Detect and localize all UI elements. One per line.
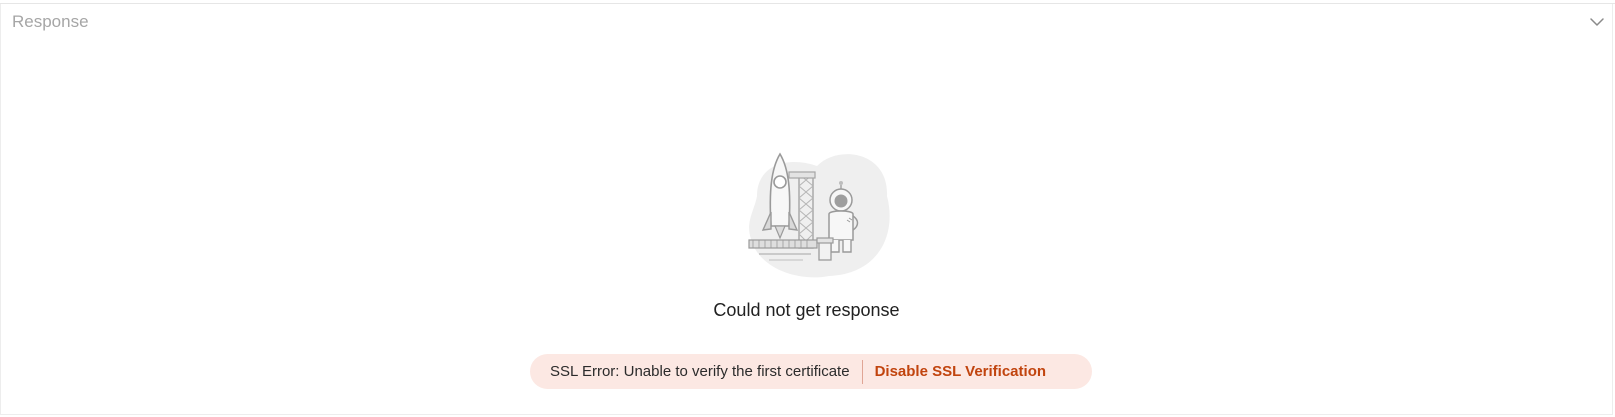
ssl-error-message: SSL Error: Unable to verify the first ce…	[550, 363, 850, 380]
empty-state: Could not get response SSL Error: Unable…	[1, 124, 1612, 404]
response-panel: Response Could not get response SSL Erro…	[0, 4, 1613, 415]
response-panel-header[interactable]: Response	[1, 4, 1612, 40]
disable-ssl-verification-link[interactable]: Disable SSL Verification	[875, 363, 1046, 380]
rocket-launch-illustration	[729, 134, 899, 284]
panel-title: Response	[12, 12, 89, 31]
banner-divider	[861, 359, 863, 384]
chevron-down-icon[interactable]	[1588, 13, 1606, 31]
error-headline: Could not get response	[713, 300, 900, 320]
ssl-error-banner: SSL Error: Unable to verify the first ce…	[530, 354, 1092, 389]
